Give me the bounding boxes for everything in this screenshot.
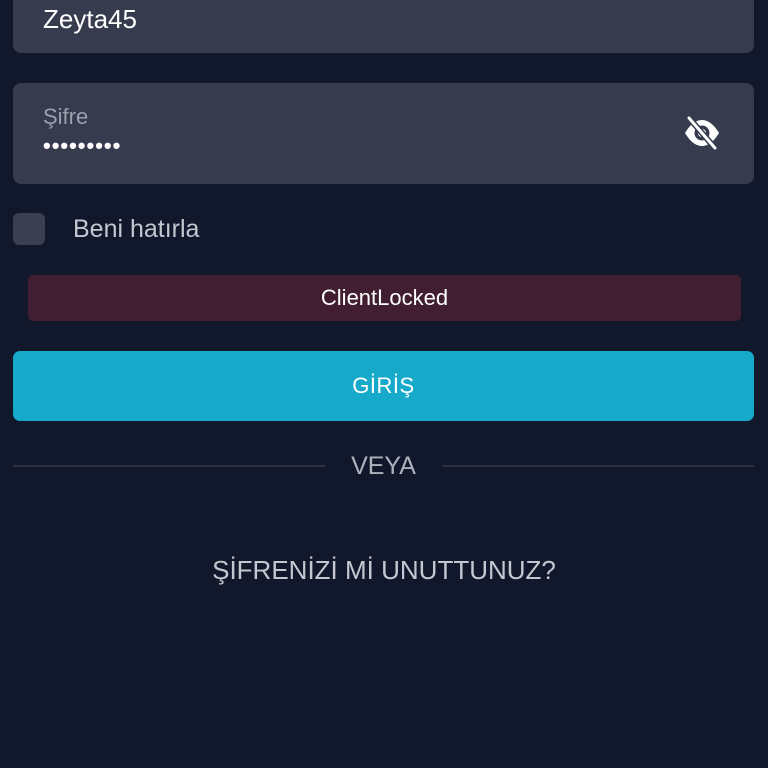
password-label: Şifre [43,104,89,129]
username-value: Zeyta45 [43,4,137,34]
forgot-password-link[interactable]: ŞİFRENİZİ Mİ UNUTTUNUZ? [0,555,768,586]
login-button[interactable]: GİRİŞ [13,351,754,421]
remember-me-checkbox[interactable] [13,213,45,245]
divider-label: VEYA [351,452,416,480]
login-button-label: GİRİŞ [352,373,415,398]
username-field[interactable]: Zeyta45 [13,0,754,53]
login-screen: Zeyta45 Şifre ••••••••• Beni hatırla Cli… [0,0,768,768]
remember-me-row[interactable]: Beni hatırla [13,212,199,246]
divider-line-right [442,465,754,467]
remember-me-label: Beni hatırla [73,214,200,243]
eye-off-icon [685,116,719,150]
divider-line-left [13,465,325,467]
password-value: ••••••••• [43,133,122,158]
password-field[interactable]: Şifre ••••••••• [13,83,754,184]
error-message: ClientLocked [320,285,449,310]
error-message-box: ClientLocked [28,275,741,321]
toggle-password-visibility-button[interactable] [680,113,724,153]
